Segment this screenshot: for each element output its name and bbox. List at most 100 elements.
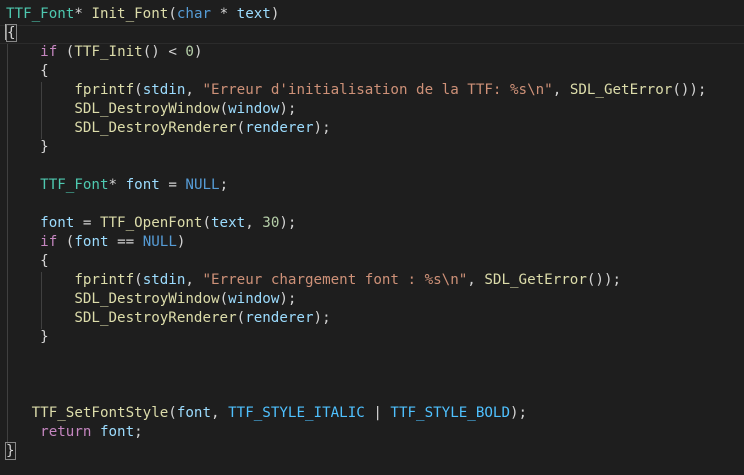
code-line[interactable]: if (font == NULL)	[6, 233, 185, 252]
code-token: TTF_STYLE_BOLD	[390, 405, 510, 421]
current-line-highlight	[0, 25, 744, 44]
code-token: text	[236, 6, 271, 22]
code-token: )	[176, 234, 186, 250]
code-token: 0	[185, 44, 194, 60]
code-token: () <	[142, 44, 186, 60]
code-token: =	[74, 215, 100, 231]
code-token: window	[228, 291, 280, 307]
code-token: font	[99, 424, 135, 440]
code-line[interactable]: SDL_DestroyWindow(window);	[6, 100, 296, 119]
code-line[interactable]: TTF_Font* font = NULL;	[6, 176, 228, 195]
code-token: (	[168, 405, 177, 421]
code-line[interactable]: }	[6, 328, 49, 347]
code-line[interactable]: }	[5, 442, 16, 461]
code-token: }	[6, 139, 49, 155]
code-token: font	[40, 215, 75, 231]
code-token: *	[211, 6, 237, 22]
code-token: SDL_DestroyRenderer	[74, 120, 237, 136]
code-token: (	[134, 82, 143, 98]
code-token: TTF_Init	[74, 44, 143, 60]
code-token: )	[193, 44, 203, 60]
code-line[interactable]: SDL_DestroyWindow(window);	[6, 290, 296, 309]
code-line[interactable]: fprintf(stdin, "Erreur chargement font :…	[6, 271, 621, 290]
code-token: ;	[219, 177, 229, 193]
code-token: stdin	[142, 272, 186, 288]
code-token: }	[6, 329, 49, 345]
code-token: 30	[262, 215, 280, 231]
code-token: char	[176, 6, 212, 22]
code-token: ;	[134, 424, 143, 440]
code-token: TTF_STYLE_ITALIC	[228, 405, 365, 421]
code-token: (	[236, 310, 246, 326]
code-token: ,	[467, 272, 485, 288]
code-token: (	[219, 101, 229, 117]
code-token: )	[270, 6, 280, 22]
code-line[interactable]: SDL_DestroyRenderer(renderer);	[6, 119, 330, 138]
code-token: SDL_DestroyWindow	[74, 291, 220, 307]
code-line[interactable]: return font;	[6, 423, 143, 442]
code-token: *	[108, 177, 126, 193]
code-token: renderer	[245, 120, 314, 136]
code-token: SDL_DestroyRenderer	[74, 310, 237, 326]
code-token: if	[40, 44, 58, 60]
code-token: );	[279, 215, 297, 231]
code-token: fprintf	[74, 82, 135, 98]
code-token: );	[279, 291, 297, 307]
code-line[interactable]: }	[6, 138, 49, 157]
code-token: (	[57, 44, 75, 60]
code-token: SDL_GetError	[569, 82, 673, 98]
code-token: ==	[108, 234, 143, 250]
code-line[interactable]: TTF_SetFontStyle(font, TTF_STYLE_ITALIC …	[6, 404, 527, 423]
code-token: text	[211, 215, 246, 231]
code-token: NULL	[142, 234, 177, 250]
code-token: =	[159, 177, 186, 193]
code-token: fprintf	[74, 272, 135, 288]
code-token: SDL_DestroyWindow	[74, 101, 220, 117]
code-token: }	[5, 442, 16, 460]
code-token: renderer	[245, 310, 314, 326]
code-token: (	[168, 6, 177, 22]
code-token: {	[6, 24, 17, 42]
code-token: );	[279, 101, 297, 117]
code-token: ,	[245, 215, 263, 231]
code-token: font	[176, 405, 212, 421]
code-token: ,	[185, 82, 203, 98]
code-line[interactable]: font = TTF_OpenFont(text, 30);	[6, 214, 296, 233]
code-token: if	[40, 234, 58, 250]
code-line[interactable]: {	[5, 24, 17, 43]
code-token: (	[57, 234, 75, 250]
code-token: "Erreur d'initialisation de la TTF: %s\n…	[202, 82, 553, 98]
code-token: );	[510, 405, 528, 421]
code-line[interactable]: SDL_DestroyRenderer(renderer);	[6, 309, 330, 328]
code-token: SDL_GetError	[484, 272, 587, 288]
code-token: (	[202, 215, 212, 231]
code-line[interactable]: if (TTF_Init() < 0)	[6, 43, 203, 62]
code-line[interactable]: TTF_Font* Init_Font(char * text)	[6, 5, 279, 24]
code-token: ,	[552, 82, 570, 98]
code-token: ());	[586, 272, 622, 288]
code-token: TTF_OpenFont	[99, 215, 203, 231]
code-token: {	[6, 63, 49, 79]
code-token: Init_Font	[91, 6, 169, 22]
code-token: |	[364, 405, 391, 421]
code-token: ,	[185, 272, 203, 288]
code-token: return	[40, 424, 92, 440]
code-token: ());	[672, 82, 707, 98]
code-token: window	[228, 101, 280, 117]
code-token: (	[134, 272, 143, 288]
code-line[interactable]: {	[6, 252, 49, 271]
code-editor[interactable]: TTF_Font* Init_Font(char * text){ if (TT…	[0, 0, 744, 475]
code-line[interactable]: fprintf(stdin, "Erreur d'initialisation …	[6, 81, 706, 100]
code-token: TTF_Font	[40, 177, 109, 193]
code-line[interactable]: {	[6, 62, 49, 81]
code-token: "Erreur chargement font : %s\n"	[202, 272, 468, 288]
